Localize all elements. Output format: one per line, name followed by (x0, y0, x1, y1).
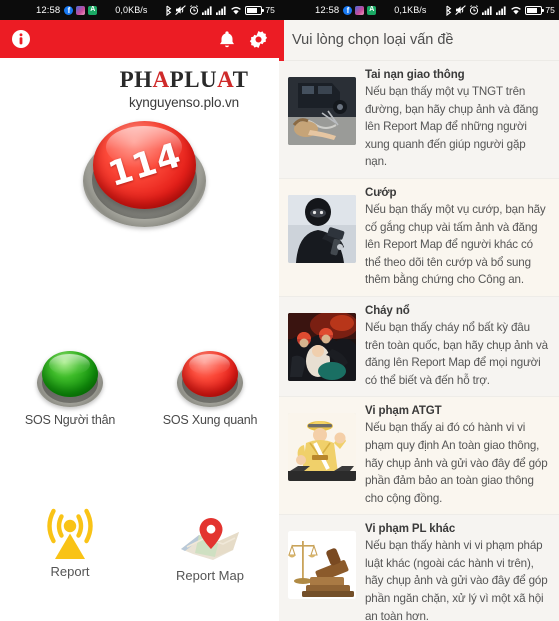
issue-body: Tai nạn giao thông Nếu bạn thấy một vụ T… (365, 68, 550, 171)
map-pin-icon (150, 516, 270, 566)
status-bar-system-icons: 75 (445, 5, 555, 16)
app-screenshot: 12:58 0,0KB/s (0, 0, 559, 621)
issue-title: Cháy nổ (365, 304, 410, 317)
issue-list: Tai nạn giao thông Nếu bạn thấy một vụ T… (279, 61, 559, 621)
issue-description: Nếu bạn thấy cháy nổ bất kỳ đâu trên toà… (365, 320, 548, 387)
app-green-icon (88, 4, 98, 15)
alarm-icon (189, 5, 199, 15)
signal-2-icon (496, 5, 507, 15)
battery-icon (245, 5, 265, 15)
battery-percent: 75 (545, 5, 555, 15)
watermark-brand-part4: A (217, 67, 233, 92)
watermark-brand-part2: A (152, 67, 170, 92)
gallery-icon (76, 5, 86, 15)
watermark: PHAPLUAT kynguyenso.plo.vn (95, 68, 273, 110)
battery-icon (525, 5, 545, 15)
button-cap: 114 (93, 121, 196, 209)
status-bar-network-speed: 0,1KB/s (394, 5, 427, 15)
issue-item-robbery[interactable]: Cướp Nếu bạn thấy một vụ cướp, bạn hãy c… (279, 178, 559, 297)
alarm-icon (469, 5, 479, 15)
watermark-brand-part1: PH (119, 67, 153, 92)
issue-body: Vi phạm PL khác Nếu bạn thấy hành vi vi … (365, 522, 550, 621)
fire-emergency-114-button[interactable]: 114 (83, 121, 206, 231)
issue-list-header-title: Vui lòng chọn loại vấn đề (292, 32, 454, 48)
sos-nearby-label: SOS Xung quanh (162, 413, 258, 427)
status-bar-clock: 12:58 (36, 4, 61, 16)
report-tile-label: Report (50, 564, 90, 579)
accent-strip (279, 20, 284, 61)
issue-description: Nếu bạn thấy hành vi vi phạm pháp luật k… (365, 539, 548, 621)
emergency-number-label: 114 (103, 135, 186, 195)
mute-icon (455, 5, 467, 15)
home-content: PHAPLUAT kynguyenso.plo.vn 114 SOS Người… (0, 58, 279, 621)
issue-title: Vi phạm PL khác (365, 523, 456, 536)
issue-item-fire-explosion[interactable]: Cháy nổ Nếu bạn thấy cháy nổ bất kỳ đâu … (279, 297, 559, 398)
issue-description: Nếu bạn thấy một vụ TNGT trên đường, bạn… (365, 85, 539, 169)
sos-relatives-label: SOS Người thân (24, 413, 116, 427)
issue-list-header: Vui lòng chọn loại vấn đề (279, 20, 559, 61)
sos-nearby-button[interactable] (177, 351, 243, 409)
facebook-icon (343, 5, 353, 16)
signal-1-icon (482, 5, 493, 15)
status-bar-network-speed: 0,0KB/s (115, 5, 148, 15)
issue-body: Vi phạm ATGT Nếu bạn thấy ai đó có hành … (365, 404, 550, 507)
button-gloss (49, 354, 90, 375)
report-map-tile[interactable]: Report Map (150, 516, 270, 583)
status-bar-right: 12:58 0,1KB/s (279, 0, 559, 20)
app-green-icon (367, 4, 377, 15)
facebook-icon (64, 5, 74, 16)
status-bar-left: 12:58 0,0KB/s (0, 0, 279, 20)
issue-item-traffic-violation[interactable]: Vi phạm ATGT Nếu bạn thấy ai đó có hành … (279, 397, 559, 516)
status-bar-clock: 12:58 (315, 4, 340, 16)
button-gloss (189, 354, 230, 375)
issue-description: Nếu bạn thấy ai đó có hành vi vi phạm qu… (365, 421, 548, 505)
battery-percent: 75 (265, 5, 275, 15)
issue-title: Tai nạn giao thông (365, 69, 465, 81)
watermark-brand-part3: PLU (169, 67, 218, 92)
issue-body: Cướp Nếu bạn thấy một vụ cướp, bạn hãy c… (365, 186, 550, 289)
bluetooth-icon (445, 5, 452, 16)
issue-item-other-violation[interactable]: Vi phạm PL khác Nếu bạn thấy hành vi vi … (279, 515, 559, 621)
traffic-police-photo (288, 413, 356, 482)
status-bar-app-icons (343, 4, 377, 16)
button-cap (42, 351, 98, 397)
left-panel-home-screen: 12:58 0,0KB/s (0, 0, 279, 621)
watermark-brand: PHAPLUAT (95, 68, 273, 91)
traffic-accident-photo (288, 77, 356, 145)
issue-item-traffic-accident[interactable]: Tai nạn giao thông Nếu bạn thấy một vụ T… (279, 61, 559, 179)
button-cap (182, 351, 238, 397)
app-bar-actions (218, 30, 268, 49)
right-panel-issue-list: 12:58 0,1KB/s (279, 0, 559, 621)
status-bar-system-icons: 75 (165, 5, 275, 16)
report-map-tile-label: Report Map (176, 568, 244, 583)
issue-body: Cháy nổ Nếu bạn thấy cháy nổ bất kỳ đâu … (365, 304, 550, 389)
bell-icon[interactable] (218, 30, 236, 49)
gallery-icon (355, 5, 365, 15)
bluetooth-icon (165, 5, 172, 16)
mute-icon (175, 5, 187, 15)
issue-title: Vi phạm ATGT (365, 405, 442, 418)
sos-relatives-button[interactable] (37, 351, 103, 409)
watermark-url: kynguyenso.plo.vn (128, 95, 240, 110)
watermark-brand-part5: T (232, 67, 249, 92)
robber-photo (288, 194, 356, 263)
wifi-icon (510, 6, 522, 15)
gear-icon[interactable] (249, 30, 268, 49)
broadcast-tower-icon (10, 506, 130, 562)
issue-title: Cướp (365, 186, 397, 199)
report-tile[interactable]: Report (10, 506, 130, 579)
issue-description: Nếu bạn thấy một vụ cướp, bạn hãy cố gắn… (365, 202, 546, 287)
info-icon[interactable] (11, 29, 31, 49)
signal-1-icon (202, 5, 213, 15)
justice-scales-gavel-photo (288, 531, 356, 600)
firefighter-photo (288, 312, 356, 381)
signal-2-icon (216, 5, 227, 15)
wifi-icon (230, 6, 242, 15)
app-bar (0, 20, 279, 58)
status-bar-app-icons (64, 4, 98, 16)
